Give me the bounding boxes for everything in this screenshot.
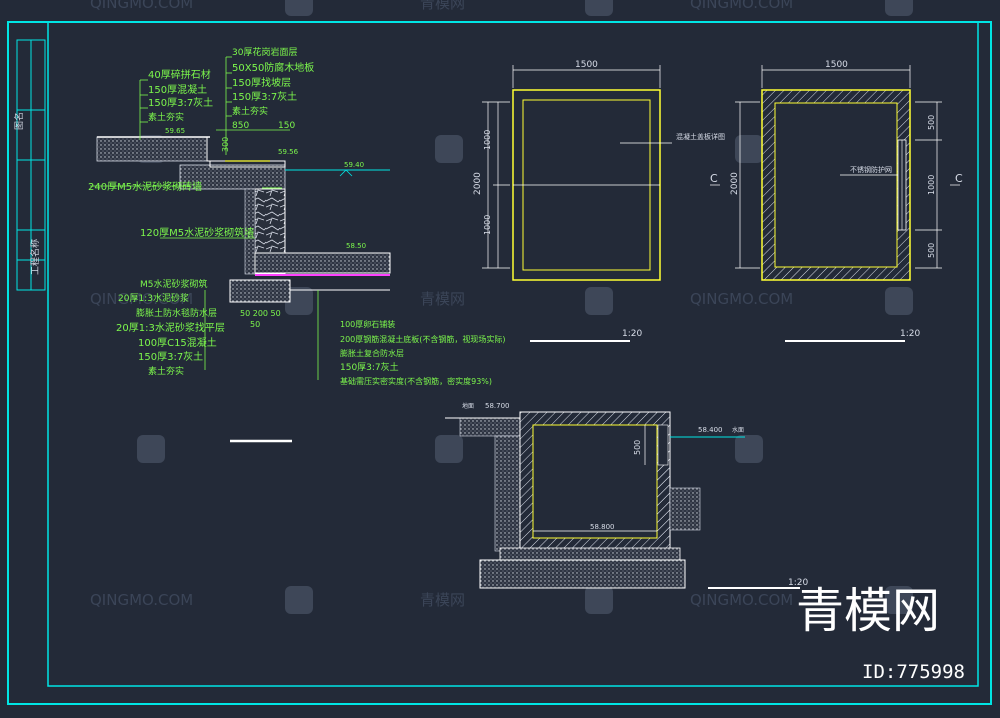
dimension-label: 850 [232,121,249,131]
layer-label: 基础需压实密实度(不含钢筋，密实度93%) [340,376,492,386]
drawing-canvas: QINGMO.COM QINGMO.COM 青模网 QINGMO.COM QIN… [7,0,992,705]
watermark-logo-icon [585,0,613,16]
layer-label: 20厚1:3水泥砂浆找平层 [116,321,225,334]
dimension-label: 500 [927,115,936,130]
section-mark: C [955,172,963,185]
title-block-label: 图名 [13,112,25,130]
watermark-text: 青模网 [420,591,465,609]
water-label: 水面 [732,426,744,434]
elevation-label: 59.65 [165,127,185,135]
cover-plan [482,65,672,281]
dimension-label: 500 [927,243,936,258]
dimension-label: 1500 [825,60,848,70]
layer-label: 150厚3:7灰土 [148,96,213,109]
watermark-logo-icon [585,287,613,315]
watermark-logo-icon [885,0,913,16]
watermark-logo-icon [137,435,165,463]
layer-label: 膨胀土防水毯防水层 [136,307,217,319]
layer-label: 20厚1:3水泥砂浆 [118,292,189,304]
watermark-logo-icon [435,135,463,163]
dimension-label: 1500 [575,60,598,70]
brand-watermark: 青模网 [796,583,940,639]
layer-label: 50X50防腐木地板 [232,61,314,74]
layer-label: 素土夯实 [148,365,184,377]
layer-label: 100厚卵石铺装 [340,319,395,329]
layer-label: 200厚钢筋混凝土底板(不含钢筋，视现场实际) [340,334,506,344]
wall-note: 240厚M5水泥砂浆砌砖墙 [88,180,202,193]
layer-label: 150厚3:7灰土 [138,350,203,363]
section-c [445,411,745,589]
watermark-text: QINGMO.COM [90,0,193,12]
layer-label: 40厚碎拼石材 [148,68,211,81]
layer-label: 膨胀土复合防水层 [340,348,404,358]
guard-plan [710,65,960,281]
watermark-text: QINGMO.COM [690,0,793,12]
section-mark: C [710,172,718,185]
elevation-label: 58.400 [698,426,723,434]
layer-label: 150厚找坡层 [232,76,291,89]
scale-label: 1:20 [900,329,920,339]
plan-label: 混凝土盖板详图 [676,132,725,141]
watermark-logo-icon [735,135,763,163]
dimension-label: 2000 [473,172,483,195]
elevation-label: 58.50 [346,242,366,250]
watermark-logo-icon [885,287,913,315]
watermark-text: 青模网 [420,290,465,308]
layer-label: 150厚3:7灰土 [232,90,297,103]
wall-note: 120厚M5水泥砂浆砌筑墙 [140,226,254,239]
watermark-text: 青模网 [420,0,465,12]
watermark-logo-icon [585,586,613,614]
watermark-logo-icon [735,435,763,463]
dimension-label: 150 [278,121,295,131]
layer-label: 150厚3:7灰土 [340,361,399,373]
layer-label: 100厚C15混凝土 [138,336,217,349]
dimension-label: 1000 [483,130,492,150]
scale-label: 1:20 [622,329,642,339]
cad-drawing: QINGMO.COM QINGMO.COM 青模网 QINGMO.COM QIN… [0,0,1000,718]
title-block-label: 工程名称 [29,239,41,275]
ground-label: 地面 [462,402,474,410]
image-id: ID:775998 [862,661,965,683]
watermark-logo-icon [435,435,463,463]
layer-label: 素土夯实 [232,105,268,117]
watermark-logo-icon [285,0,313,16]
layer-label: 素土夯实 [148,111,184,123]
elevation-label: 59.56 [278,148,299,156]
watermark-logo-icon [285,586,313,614]
elevation-label: 58.800 [590,523,615,531]
dimension-label: 500 [633,440,642,455]
plan-label: 不锈钢防护网 [850,165,892,174]
dimension-label: 50 200 50 [240,309,281,318]
dimension-label: 300 [221,137,230,152]
watermark-text: QINGMO.COM [690,290,793,308]
dimension-label: 2000 [730,172,740,195]
dimension-label: 1000 [483,215,492,235]
dimension-label: 50 [250,320,260,329]
water-level-label: 59.40 [344,161,364,169]
dimension-label: 1000 [927,175,936,195]
layer-label: 30厚花岗岩面层 [232,46,297,58]
watermark-text: QINGMO.COM [90,591,193,609]
elevation-label: 58.700 [485,402,510,410]
layer-label: M5水泥砂浆砌筑 [140,278,208,290]
watermark-text: QINGMO.COM [690,591,793,609]
layer-label: 150厚混凝土 [148,83,207,96]
